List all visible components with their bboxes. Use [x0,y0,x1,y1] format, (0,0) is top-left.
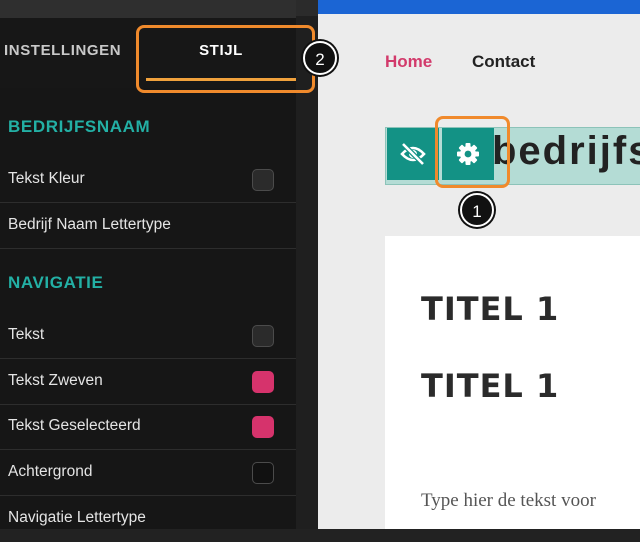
gutter-strip [296,0,318,16]
setting-row-bedrijf-naam-lettertype[interactable]: Bedrijf Naam Lettertype [0,204,296,249]
setting-row-achtergrond[interactable]: Achtergrond [0,451,296,496]
setting-row-tekst-zweven[interactable]: Tekst Zweven [0,360,296,405]
color-swatch[interactable] [252,325,274,347]
setting-row-navigatie-lettertype[interactable]: Navigatie Lettertype [0,497,296,542]
color-swatch[interactable] [252,462,274,484]
divider [0,358,296,359]
divider [0,202,296,203]
section-title-navigatie: NAVIGATIE [8,273,104,292]
highlight-settings-button [435,116,510,188]
setting-row-tekst-geselecteerd[interactable]: Tekst Geselecteerd [0,405,296,450]
setting-label: Achtergrond [8,463,93,480]
nav-link-home[interactable]: Home [385,52,432,72]
highlight-stijl-tab [136,25,315,93]
setting-label: Tekst Kleur [8,170,85,187]
color-swatch[interactable] [252,416,274,438]
company-name-text[interactable]: bedrijfsnaam [492,129,640,174]
tab-instellingen[interactable]: INSTELLINGEN [4,42,121,59]
divider [0,248,296,249]
setting-label: Tekst Zweven [8,372,103,389]
color-swatch[interactable] [252,169,274,191]
body-text[interactable]: Type hier de tekst voor [421,490,596,512]
divider [0,495,296,496]
site-preview: Home Contact bedrijfsnaam TITEL 1 TITEL … [318,0,640,529]
setting-label: Navigatie Lettertype [8,509,146,526]
panel-top-strip [0,0,296,18]
callout-badge-2: 2 [303,41,337,75]
heading-title-1[interactable]: TITEL 1 [421,290,559,328]
heading-title-2[interactable]: TITEL 1 [421,367,559,405]
setting-label: Bedrijf Naam Lettertype [8,216,171,233]
divider [0,449,296,450]
setting-label: Tekst [8,326,45,343]
setting-row-tekst[interactable]: Tekst [0,314,296,359]
callout-badge-1: 1 [460,193,494,227]
section-title-bedrijfsnaam: BEDRIJFSNAAM [8,117,151,136]
content-card: TITEL 1 TITEL 1 Type hier de tekst voor [385,236,640,529]
eye-slash-icon [400,142,426,166]
preview-top-bar [318,0,640,14]
setting-label: Tekst Geselecteerd [8,417,141,434]
color-swatch[interactable] [252,371,274,393]
nav-link-contact[interactable]: Contact [472,52,535,72]
hide-button[interactable] [387,128,439,180]
setting-row-tekst-kleur[interactable]: Tekst Kleur [0,158,296,203]
